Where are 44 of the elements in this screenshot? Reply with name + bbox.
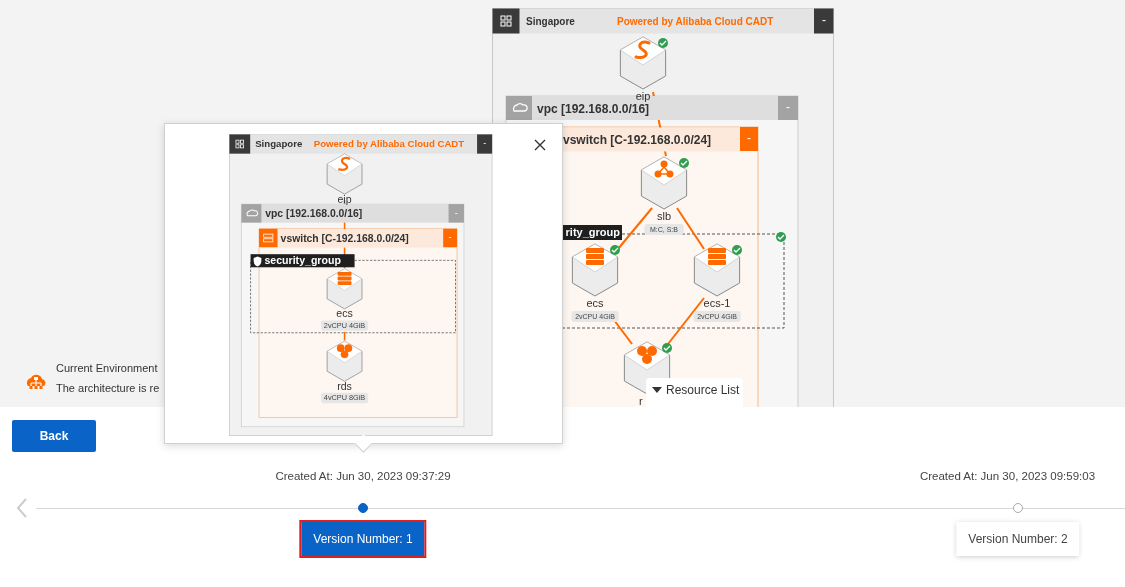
grid-icon <box>229 134 251 154</box>
back-button[interactable]: Back <box>12 420 96 452</box>
version-label[interactable]: Version Number: 2 <box>956 522 1080 556</box>
server-node[interactable] <box>326 268 363 310</box>
node-label: rds <box>337 379 352 392</box>
chevron-left-icon[interactable] <box>16 498 28 518</box>
close-icon[interactable] <box>534 139 546 151</box>
environment-message: The architecture is re <box>56 382 160 394</box>
version-dot[interactable] <box>358 503 368 513</box>
node-label: ecs-1 <box>703 297 731 309</box>
server-node[interactable] <box>571 243 619 297</box>
brand-text: Powered by Alibaba Cloud CADT <box>313 138 465 150</box>
region-name: Singapore <box>526 16 575 27</box>
link-node[interactable] <box>619 36 667 90</box>
collapse-button[interactable]: - <box>477 134 493 154</box>
node-label: ecs <box>586 297 604 309</box>
collapse-button[interactable]: - <box>740 127 758 151</box>
version-dot[interactable] <box>1013 503 1023 513</box>
node-label: eip <box>635 90 651 102</box>
vswitch-label: vswitch [C-192.168.0.0/24] <box>563 133 712 147</box>
vpc-label: vpc [192.168.0.0/16] <box>537 102 650 116</box>
caret-icon <box>652 387 662 393</box>
resource-list-button[interactable]: Resource List <box>646 378 744 407</box>
network-node[interactable] <box>640 156 688 210</box>
brand-text: Powered by Alibaba Cloud CADT <box>617 16 774 27</box>
cluster-node[interactable] <box>326 340 363 382</box>
environment-title: Current Environment <box>56 362 159 374</box>
vpc-label: vpc [192.168.0.0/16] <box>265 208 363 220</box>
security-group-label: security_group <box>250 254 355 268</box>
server-node[interactable] <box>693 243 741 297</box>
architecture-cloud-icon <box>24 372 48 392</box>
node-label: ecs <box>336 307 353 320</box>
version-label[interactable]: Version Number: 1 <box>301 522 425 556</box>
node-label: eip <box>337 192 352 205</box>
created-time: Created At: Jun 30, 2023 09:59:03 <box>919 470 1096 482</box>
node-label: r <box>639 395 643 407</box>
connector-line <box>613 319 633 345</box>
collapse-button[interactable]: - <box>814 8 834 34</box>
region-name: Singapore <box>255 138 303 150</box>
node-label: slb <box>656 210 672 222</box>
link-node[interactable] <box>326 153 363 195</box>
vswitch-label: vswitch [C-192.168.0.0/24] <box>280 232 409 244</box>
connector-line <box>676 207 705 250</box>
created-time: Created At: Jun 30, 2023 09:37:29 <box>275 470 451 482</box>
